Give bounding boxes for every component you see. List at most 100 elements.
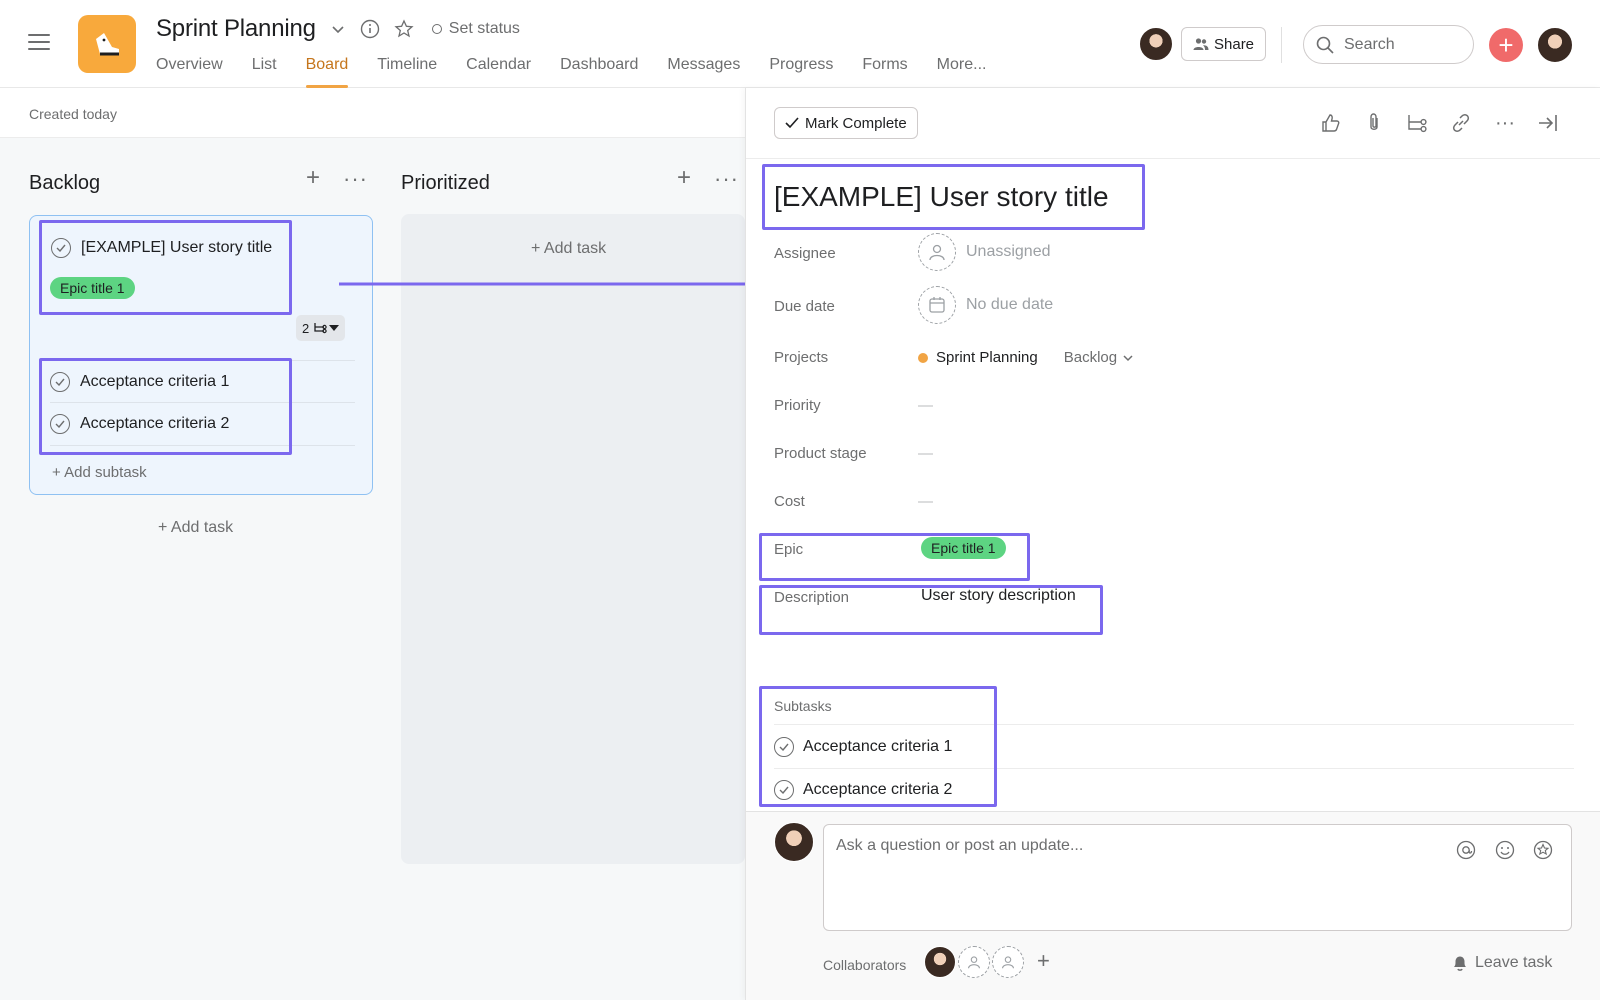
leave-task-button[interactable]: Leave task (1451, 954, 1552, 972)
cost-value[interactable]: — (918, 493, 933, 510)
add-collaborator-slot[interactable] (958, 946, 990, 978)
chevron-down-icon[interactable] (1122, 352, 1134, 364)
chevron-down-icon[interactable] (330, 21, 346, 37)
app-logo-icon (78, 15, 136, 73)
comment-input[interactable]: Ask a question or post an update... (823, 824, 1572, 931)
project-title[interactable]: Sprint Planning (156, 15, 316, 43)
highlight-box (759, 585, 1103, 635)
projects-label: Projects (774, 349, 829, 366)
collaborator-avatar[interactable] (924, 946, 956, 978)
product-stage-label: Product stage (774, 445, 867, 462)
add-task-label: Add task (543, 240, 607, 257)
project-tabs: Overview List Board Timeline Calendar Da… (156, 56, 1015, 88)
bell-icon (1454, 956, 1466, 971)
project-name[interactable]: Sprint Planning (936, 349, 1038, 366)
header-divider (1281, 27, 1282, 63)
highlight-box (39, 358, 292, 455)
product-stage-value[interactable]: — (918, 445, 933, 462)
priority-label: Priority (774, 397, 821, 414)
user-avatar[interactable] (1537, 27, 1573, 63)
member-avatar[interactable] (1139, 27, 1173, 61)
column-title[interactable]: Backlog (29, 172, 100, 195)
quick-add-button[interactable]: + (1489, 28, 1523, 62)
column-add-icon[interactable]: + (677, 164, 691, 192)
comment-placeholder: Ask a question or post an update... (836, 837, 1084, 854)
subtask-count: 2 (302, 320, 310, 336)
at-mention-icon[interactable] (1455, 839, 1477, 861)
subtask-count-toggle[interactable]: 2 (296, 315, 346, 341)
set-status-label: Set status (448, 20, 520, 37)
search-input[interactable]: Search (1303, 25, 1474, 64)
set-status-button[interactable]: Set status (431, 20, 520, 38)
link-icon[interactable] (1448, 110, 1474, 136)
tab-board[interactable]: Board (305, 56, 348, 88)
column-title[interactable]: Prioritized (401, 172, 490, 195)
subtask-icon[interactable] (1404, 110, 1430, 136)
comment-section: Ask a question or post an update... Coll… (746, 811, 1600, 1000)
priority-value[interactable]: — (918, 397, 933, 414)
share-label: Share (1214, 35, 1255, 53)
tab-timeline[interactable]: Timeline (377, 56, 437, 88)
column-header-backlog: Backlog (29, 172, 100, 195)
info-icon[interactable] (360, 19, 380, 39)
paperclip-icon[interactable] (1361, 110, 1387, 136)
tab-dashboard[interactable]: Dashboard (560, 56, 638, 88)
subtask-icon (314, 323, 327, 334)
calendar-icon (918, 286, 956, 324)
tab-messages[interactable]: Messages (667, 56, 740, 88)
highlight-box (39, 220, 292, 315)
star-icon[interactable] (394, 19, 414, 39)
people-icon (1193, 38, 1209, 50)
search-placeholder: Search (1344, 35, 1395, 53)
assignee-field[interactable]: Unassigned (918, 233, 1051, 271)
tab-forms[interactable]: Forms (862, 56, 907, 88)
collaborators-label: Collaborators (823, 957, 907, 973)
close-panel-icon[interactable] (1535, 110, 1561, 136)
highlight-box (759, 533, 1030, 581)
add-task-button[interactable]: + Add task (158, 519, 233, 537)
board-subbar: Created today (0, 89, 745, 138)
task-toolbar: Mark Complete ··· (746, 88, 1600, 159)
emoji-icon[interactable] (1494, 839, 1516, 861)
due-date-field[interactable]: No due date (918, 286, 1053, 324)
created-label: Created today (29, 106, 117, 122)
add-subtask-button[interactable]: + Add subtask (52, 464, 147, 481)
caret-down-icon (329, 325, 340, 331)
menu-icon[interactable] (28, 34, 50, 50)
add-collaborator-icon[interactable]: + (1037, 948, 1050, 974)
praise-icon[interactable] (1532, 839, 1554, 861)
check-icon (785, 117, 799, 129)
highlight-box (762, 164, 1145, 230)
status-dot-icon (431, 24, 442, 34)
add-collaborator-slot[interactable] (992, 946, 1024, 978)
tab-overview[interactable]: Overview (156, 56, 223, 88)
project-section[interactable]: Backlog (1064, 349, 1117, 366)
search-icon (1316, 36, 1334, 54)
tab-progress[interactable]: Progress (769, 56, 833, 88)
due-date-value: No due date (966, 296, 1054, 313)
leave-task-label: Leave task (1475, 954, 1553, 971)
top-header: Sprint Planning Set status Overview List… (0, 0, 1600, 88)
column-add-icon[interactable]: + (306, 164, 320, 192)
tab-calendar[interactable]: Calendar (466, 56, 531, 88)
annotation-arrow (339, 276, 784, 292)
project-color-dot (918, 352, 928, 363)
column-more-icon[interactable]: ··· (343, 166, 368, 192)
highlight-box (759, 686, 997, 807)
mark-complete-label: Mark Complete (805, 114, 907, 132)
cost-label: Cost (774, 493, 805, 510)
more-icon[interactable]: ··· (1492, 110, 1518, 136)
person-icon (918, 233, 956, 271)
tab-list[interactable]: List (252, 56, 277, 88)
add-task-label: Add task (170, 519, 234, 536)
share-button[interactable]: Share (1181, 27, 1267, 61)
add-task-button[interactable]: + Add task (531, 240, 606, 258)
column-more-icon[interactable]: ··· (714, 166, 739, 192)
due-date-label: Due date (774, 298, 835, 315)
column-body-prioritized: + Add task (401, 214, 745, 864)
projects-field: Sprint Planning Backlog (918, 349, 1134, 366)
column-header-prioritized: Prioritized (401, 172, 490, 195)
thumbs-up-icon[interactable] (1318, 110, 1344, 136)
tab-more[interactable]: More... (937, 56, 987, 88)
mark-complete-button[interactable]: Mark Complete (774, 107, 918, 139)
